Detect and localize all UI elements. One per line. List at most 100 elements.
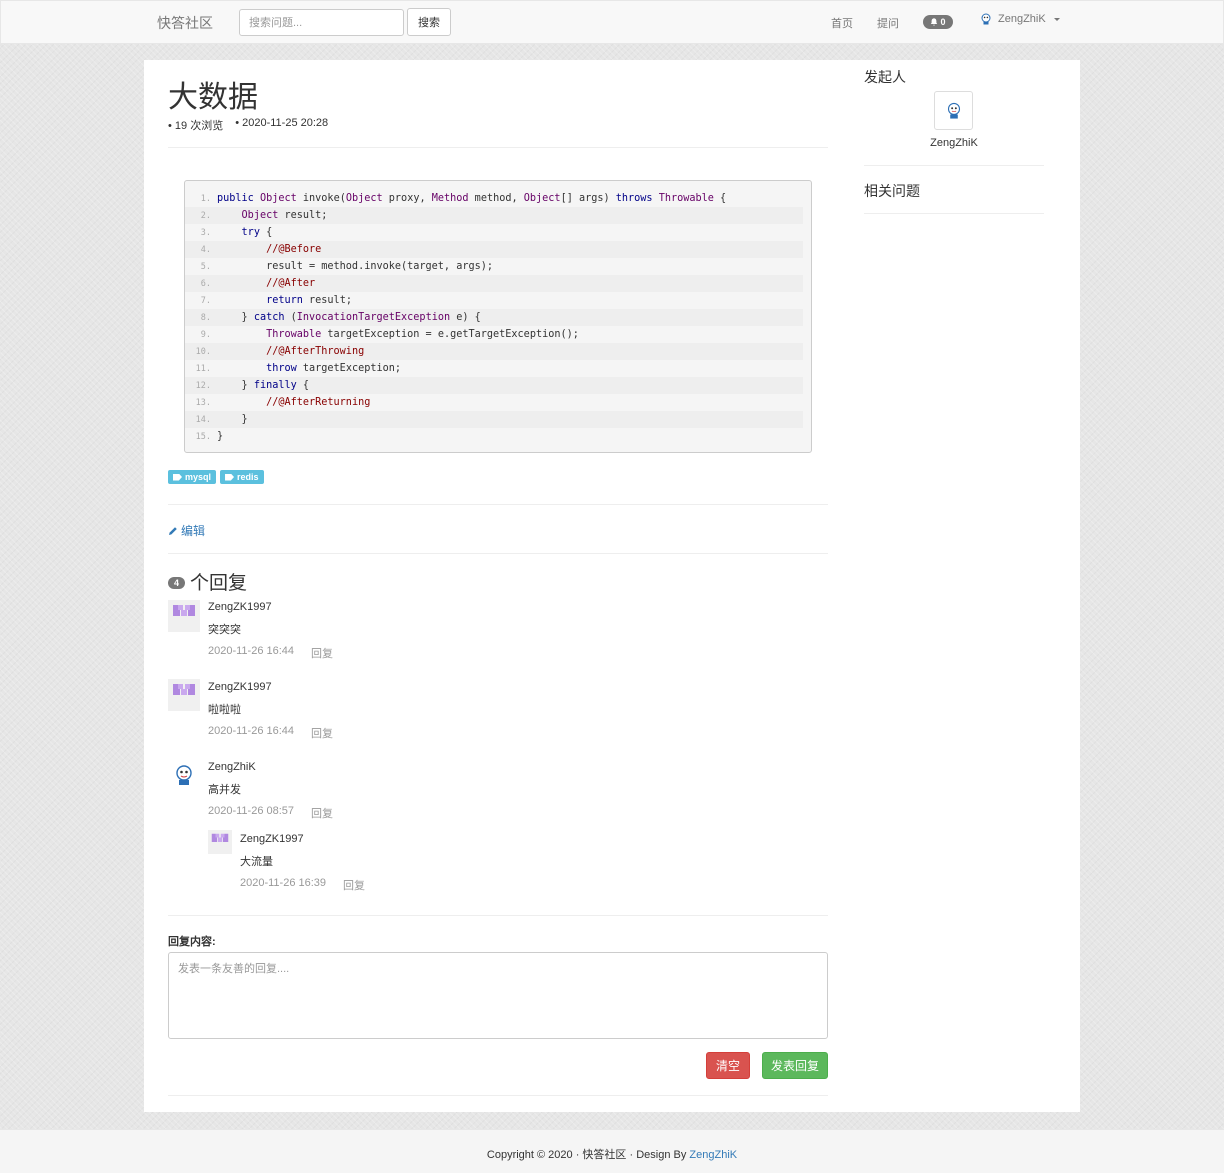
author-link[interactable]: ZengZhiK (689, 1149, 737, 1161)
reply-link[interactable]: 回复 (311, 805, 333, 821)
comment-text: 啦啦啦 (208, 704, 241, 716)
code-line: 14. } (185, 411, 803, 428)
question-meta: • 19 次浏览 • 2020-11-25 20:28 (168, 117, 328, 133)
line-number: 6. (200, 278, 211, 289)
line-number: 4. (200, 244, 211, 255)
pencil-icon (169, 526, 177, 535)
notification-count: 0 (940, 17, 946, 27)
comment-text: 大流量 (240, 856, 273, 868)
reply-count-badge: 4 (168, 576, 185, 589)
code-text: //@AfterReturning (266, 397, 371, 408)
avatar (208, 830, 232, 854)
reply-form-label: 回复内容: (168, 936, 216, 948)
divider (168, 1095, 828, 1096)
line-number: 11. (195, 363, 211, 374)
tag-icon (173, 473, 182, 481)
brand-logo[interactable]: 快答社区 (157, 13, 213, 33)
code-line: 4. //@Before (185, 241, 803, 258)
line-number: 8. (200, 312, 211, 323)
avatar (168, 679, 200, 711)
reply-textarea[interactable] (168, 952, 828, 1039)
search-button[interactable]: 搜索 (407, 8, 451, 36)
line-number: 15. (195, 431, 211, 442)
initiator-name[interactable]: ZengZhiK (914, 137, 994, 149)
divider (168, 915, 828, 916)
line-number: 12. (195, 380, 211, 391)
tag-label: redis (237, 472, 259, 482)
line-number: 2. (200, 210, 211, 221)
user-avatar-icon (947, 102, 960, 119)
reply-link[interactable]: 回复 (343, 877, 365, 893)
code-line: 10. //@AfterThrowing (185, 343, 803, 360)
tag-redis[interactable]: redis (220, 470, 264, 484)
code-text: public Object invoke(Object proxy, Metho… (217, 193, 727, 204)
tag-list: mysql redis (168, 470, 264, 484)
code-text: } (217, 414, 248, 425)
nav-ask-link[interactable]: 提问 (877, 15, 899, 31)
code-text: Throwable targetException = e.getTargetE… (266, 329, 579, 340)
line-number: 5. (200, 261, 211, 272)
code-line: 8. } catch (InvocationTargetException e)… (185, 309, 803, 326)
comment-text: 突突突 (208, 624, 241, 636)
footer-text: Copyright © 2020 · 快答社区 · Design By Zeng… (0, 1146, 1224, 1162)
comment-author[interactable]: ZengZhiK (208, 761, 256, 773)
code-line: 15.} (185, 428, 803, 445)
question-title: 大数据 (168, 81, 258, 114)
publish-date: • 2020-11-25 20:28 (235, 117, 329, 129)
code-text: } catch (InvocationTargetException e) { (217, 312, 481, 323)
nav-home-link[interactable]: 首页 (831, 15, 853, 31)
code-line: 11. throw targetException; (185, 360, 803, 377)
divider (864, 213, 1044, 214)
code-line: 6. //@After (185, 275, 803, 292)
line-number: 13. (195, 397, 211, 408)
comment-author[interactable]: ZengZK1997 (208, 601, 272, 613)
code-text: //@AfterThrowing (266, 346, 365, 357)
comment-author[interactable]: ZengZK1997 (208, 681, 272, 693)
reply-count-heading: 4 个回复 (168, 568, 247, 595)
username-label: ZengZhiK (998, 13, 1046, 25)
user-avatar-icon (981, 13, 991, 25)
user-menu[interactable]: ZengZhiK (980, 13, 1060, 25)
clear-button[interactable]: 清空 (706, 1052, 750, 1079)
reply-link[interactable]: 回复 (311, 725, 333, 741)
search-input[interactable] (239, 9, 404, 36)
comment-text: 高并发 (208, 784, 241, 796)
code-text: try { (241, 227, 273, 238)
tag-mysql[interactable]: mysql (168, 470, 217, 484)
code-text: } (217, 431, 224, 442)
line-number: 7. (200, 295, 211, 306)
divider (168, 504, 828, 505)
code-text: return result; (266, 295, 352, 306)
view-count: • 19 次浏览 (168, 120, 224, 132)
line-number: 9. (200, 329, 211, 340)
edit-label: 编辑 (181, 524, 206, 538)
line-number: 10. (195, 346, 211, 357)
code-block: 1. public Object invoke(Object proxy, Met… (184, 180, 812, 453)
submit-reply-button[interactable]: 发表回复 (762, 1052, 828, 1079)
divider (864, 165, 1044, 166)
code-line: 7. return result; (185, 292, 803, 309)
notification-badge[interactable]: 0 (923, 15, 953, 29)
code-line: 5. result = method.invoke(target, args); (185, 258, 803, 275)
reply-link[interactable]: 回复 (311, 645, 333, 661)
code-text: result = method.invoke(target, args); (217, 261, 494, 272)
bell-icon (931, 18, 938, 26)
tag-icon (225, 473, 235, 481)
code-text: } finally { (217, 380, 310, 391)
comment-time: 2020-11-26 16:44 (208, 645, 295, 657)
chevron-down-icon (1053, 17, 1060, 21)
code-line: 2. Object result; (185, 207, 803, 224)
footer: Copyright © 2020 · 快答社区 · Design By Zeng… (0, 1129, 1224, 1173)
line-number: 1. (200, 193, 211, 204)
reply-count-label: 个回复 (190, 573, 248, 594)
code-line: 12. } finally { (185, 377, 803, 394)
related-questions-heading: 相关问题 (864, 183, 920, 199)
divider (168, 147, 828, 148)
initiator-avatar[interactable] (934, 91, 973, 130)
top-navbar: 快答社区 搜索 首页 提问 0 ZengZhiK (0, 0, 1224, 44)
comment-author[interactable]: ZengZK1997 (240, 833, 304, 845)
avatar (168, 760, 200, 792)
initiator-heading: 发起人 (864, 69, 906, 85)
code-text: //@After (266, 278, 316, 289)
edit-link[interactable]: 编辑 (168, 522, 205, 539)
